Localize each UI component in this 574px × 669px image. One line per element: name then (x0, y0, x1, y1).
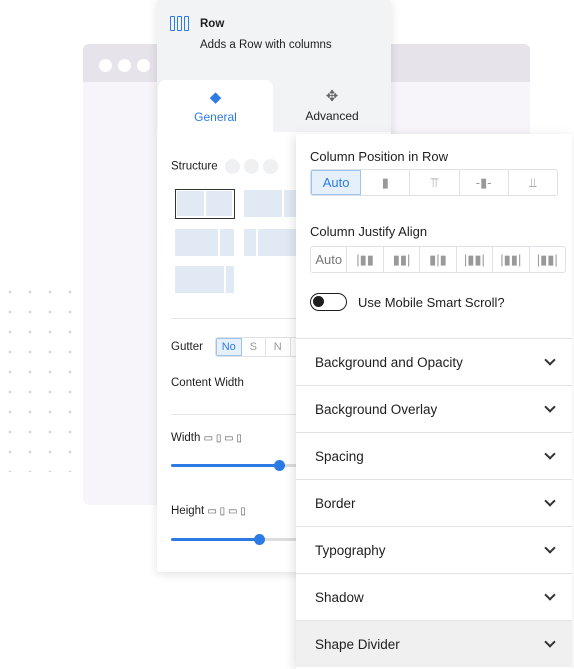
gutter-n[interactable]: N (266, 338, 291, 356)
chevron-down-icon (544, 589, 556, 601)
chevron-down-icon (544, 448, 556, 460)
justify-center-icon[interactable]: ▮|▮ (420, 247, 457, 272)
layout-option[interactable] (175, 266, 224, 293)
section-background-overlay[interactable]: Background Overlay (296, 385, 572, 432)
justify-auto[interactable]: Auto (311, 247, 348, 272)
position-top-icon[interactable]: ⫪ (410, 170, 460, 195)
chevron-down-icon (544, 636, 556, 648)
height-slider[interactable] (171, 534, 311, 545)
section-spacing[interactable]: Spacing (296, 432, 572, 479)
paint-bucket-icon: ◆ (209, 89, 222, 106)
width-slider[interactable] (171, 460, 311, 471)
chevron-down-icon (544, 401, 556, 413)
gutter-no[interactable]: No (216, 338, 242, 356)
move-hand-icon: ✥ (325, 88, 339, 105)
columns-icon (170, 16, 189, 31)
block-header: Row Adds a Row with columns ◆ General ✥ … (157, 0, 391, 132)
mobile-scroll-toggle[interactable] (310, 293, 347, 311)
layout-option[interactable] (175, 229, 218, 256)
content-width-label: Content Width (171, 377, 244, 389)
tab-label: Advanced (305, 109, 359, 123)
column-position-selector[interactable]: Auto ▮ ⫪ -▮- ⫫ (310, 169, 558, 196)
dot-pattern (0, 282, 72, 472)
layout-option-50-50[interactable] (175, 189, 235, 219)
device-icons[interactable]: ▭ ▯ ▭ ▯ (204, 433, 242, 444)
row-settings-panel: Column Position in Row Auto ▮ ⫪ -▮- ⫫ Co… (296, 134, 572, 669)
block-title: Row (200, 18, 225, 30)
tablet-icon[interactable] (243, 159, 259, 174)
layout-option[interactable] (244, 190, 282, 217)
column-justify-label: Column Justify Align (310, 224, 428, 239)
block-description: Adds a Row with columns (200, 39, 332, 51)
section-typography[interactable]: Typography (296, 526, 572, 573)
width-label: Width ▭ ▯ ▭ ▯ (171, 432, 242, 444)
layout-option[interactable] (244, 229, 256, 256)
device-icons[interactable]: ▭ ▯ ▭ ▯ (207, 506, 245, 517)
section-border[interactable]: Border (296, 479, 572, 526)
position-bottom-icon[interactable]: ⫫ (509, 170, 557, 195)
justify-space-around-icon[interactable]: |▮▮| (493, 247, 530, 272)
structure-label: Structure (171, 159, 278, 174)
chevron-down-icon (544, 495, 556, 507)
tab-advanced[interactable]: ✥ Advanced (273, 80, 391, 132)
mobile-scroll-label: Use Mobile Smart Scroll? (358, 295, 505, 310)
layout-option[interactable] (220, 229, 234, 256)
justify-space-evenly-icon[interactable]: |▮▮| (530, 247, 565, 272)
layout-option[interactable] (226, 266, 234, 293)
tab-general[interactable]: ◆ General (158, 80, 273, 132)
gutter-label: Gutter (171, 341, 203, 353)
justify-space-between-icon[interactable]: |▮▮| (457, 247, 494, 272)
chevron-down-icon (544, 542, 556, 554)
position-stretch-icon[interactable]: ▮ (361, 170, 411, 195)
position-auto[interactable]: Auto (311, 170, 362, 195)
section-background-opacity[interactable]: Background and Opacity (296, 338, 572, 385)
justify-start-icon[interactable]: |▮▮ (347, 247, 384, 272)
position-middle-icon[interactable]: -▮- (460, 170, 509, 195)
height-label: Height ▭ ▯ ▭ ▯ (171, 505, 246, 517)
justify-end-icon[interactable]: ▮▮| (384, 247, 421, 272)
section-shape-divider[interactable]: Shape Divider (296, 620, 572, 667)
chevron-down-icon (544, 354, 556, 366)
section-shadow[interactable]: Shadow (296, 573, 572, 620)
mobile-landscape-icon[interactable] (262, 159, 278, 174)
gutter-s[interactable]: S (242, 338, 266, 356)
column-justify-selector[interactable]: Auto |▮▮ ▮▮| ▮|▮ |▮▮| |▮▮| |▮▮| (310, 246, 566, 273)
column-position-label: Column Position in Row (310, 149, 449, 164)
tab-label: General (194, 110, 237, 124)
desktop-icon[interactable] (224, 159, 240, 174)
